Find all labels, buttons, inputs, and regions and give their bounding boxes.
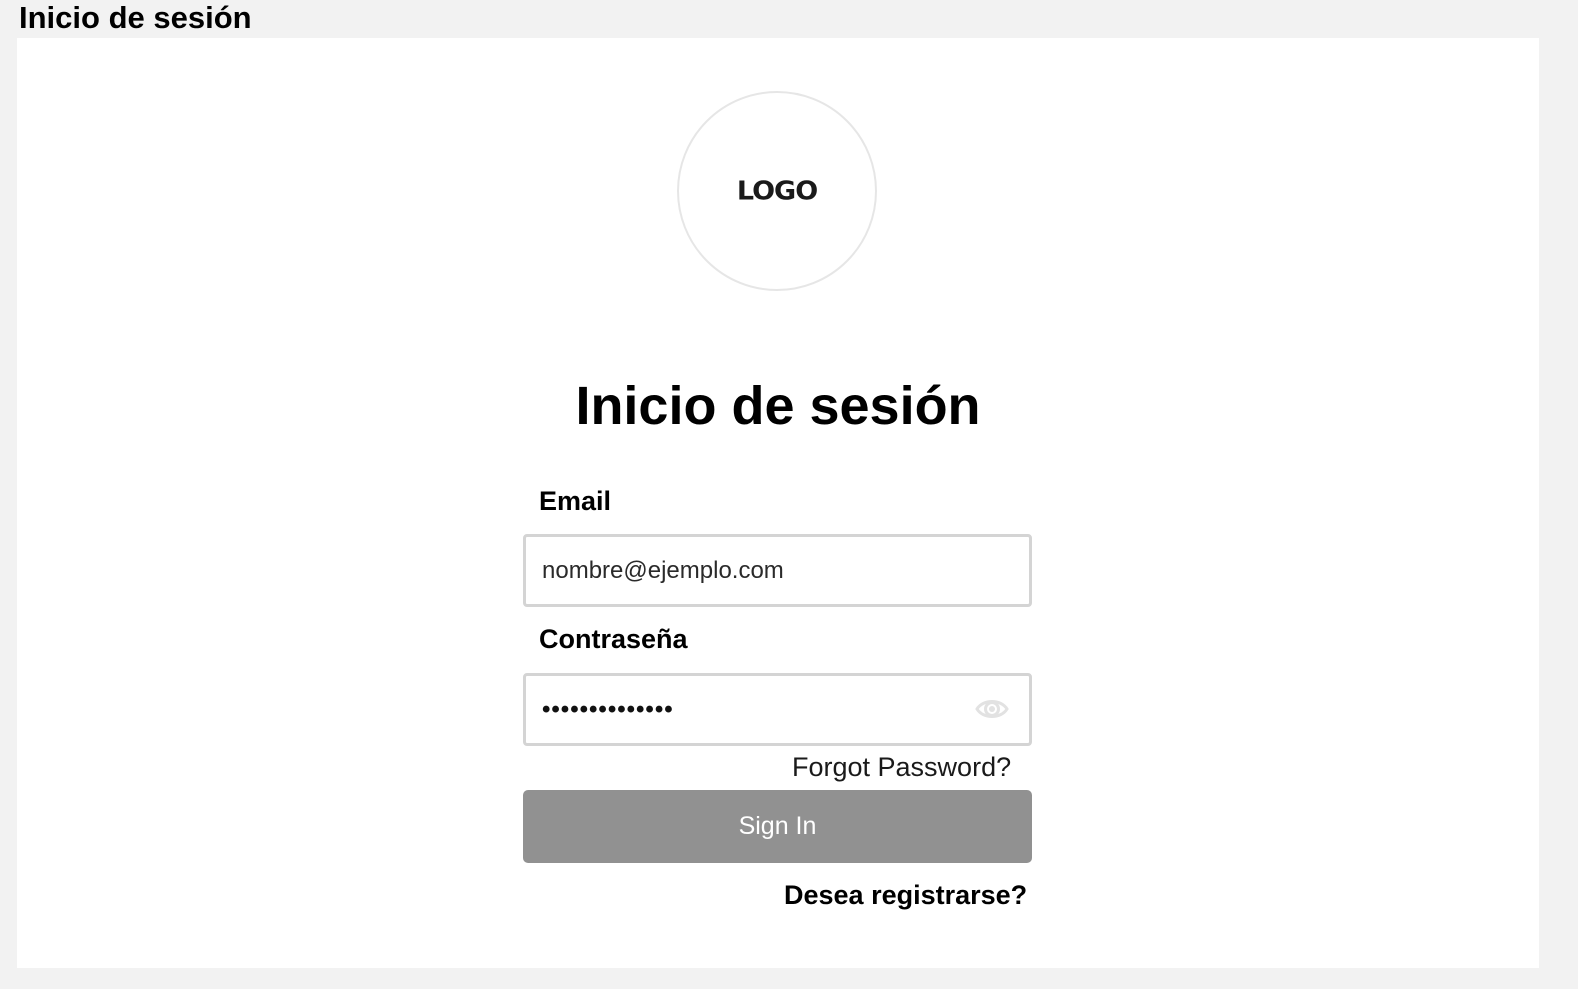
email-value: nombre@ejemplo.com xyxy=(542,557,784,584)
password-value: •••••••••••••• xyxy=(542,696,674,723)
password-field[interactable]: •••••••••••••• xyxy=(523,673,1032,746)
logo-text: LOGO xyxy=(736,176,818,206)
email-field[interactable]: nombre@ejemplo.com xyxy=(523,534,1032,607)
email-label: Email xyxy=(539,486,612,516)
logo: LOGO xyxy=(677,91,877,291)
sign-in-button[interactable]: Sign In xyxy=(523,790,1032,863)
page-title: Inicio de sesión xyxy=(575,376,981,436)
forgot-password-link[interactable]: Forgot Password? xyxy=(792,751,1011,783)
eye-icon[interactable] xyxy=(975,696,1009,722)
register-link[interactable]: Desea registrarse? xyxy=(784,878,1027,912)
password-label: Contraseña xyxy=(539,624,688,654)
login-card: LOGO Inicio de sesión Email nombre@ejemp… xyxy=(17,38,1539,968)
frame-title: Inicio de sesión xyxy=(19,0,252,35)
